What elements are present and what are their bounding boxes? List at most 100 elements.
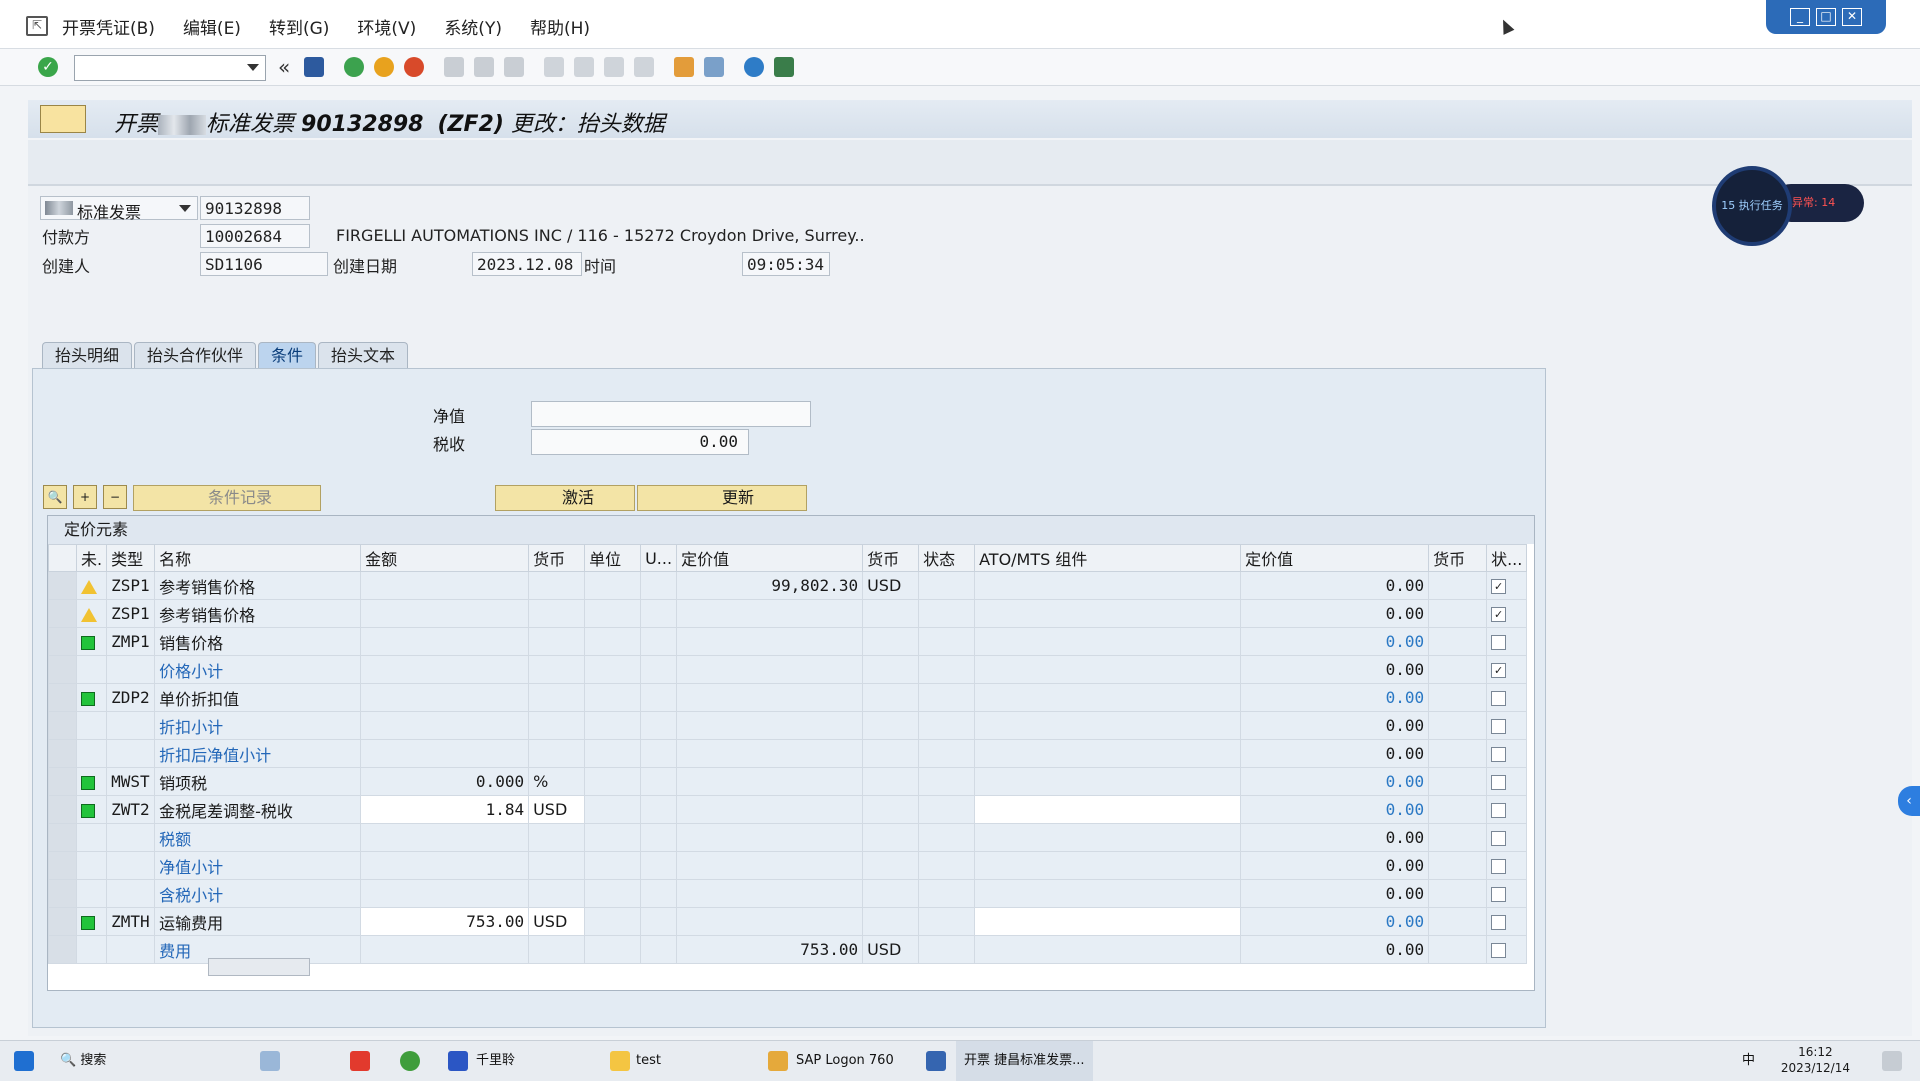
billing-type-dropdown[interactable]: 标准发票 (40, 196, 198, 222)
back-icon[interactable] (344, 57, 364, 77)
uom-cell[interactable] (640, 907, 678, 936)
command-field[interactable] (74, 55, 266, 81)
new-session-icon[interactable] (674, 57, 694, 77)
status-2-cell[interactable] (1486, 879, 1528, 908)
unit-cell[interactable] (584, 599, 642, 628)
amount-cell[interactable] (360, 571, 530, 600)
condition-type[interactable] (106, 851, 156, 880)
sap-gui-icon[interactable] (926, 1051, 946, 1071)
widget-app-icon[interactable] (260, 1051, 280, 1071)
unit-cell[interactable] (584, 879, 642, 908)
update-button[interactable]: 更新 (637, 485, 807, 511)
document-flow-icon[interactable] (40, 105, 86, 133)
row-selector[interactable] (48, 879, 77, 908)
status-2-cell[interactable] (1486, 823, 1528, 852)
cancel-icon[interactable] (404, 57, 424, 77)
condition-type[interactable]: ZWT2 (106, 795, 156, 824)
amount-cell[interactable]: 1.84 (360, 795, 530, 824)
uom-cell[interactable] (640, 711, 678, 740)
status-2-cell[interactable] (1486, 795, 1528, 824)
print-icon[interactable] (444, 57, 464, 77)
condition-name[interactable]: 净值小计 (154, 851, 362, 880)
condition-name[interactable]: 税额 (154, 823, 362, 852)
status-2-cell[interactable] (1486, 683, 1528, 712)
currency-cell[interactable] (528, 599, 586, 628)
ato-mts-cell[interactable] (974, 571, 1242, 600)
currency-cell[interactable] (528, 739, 586, 768)
col-unit[interactable]: 单位 (584, 544, 642, 572)
status-2-cell[interactable] (1486, 739, 1528, 768)
row-selector[interactable] (48, 599, 77, 628)
amount-cell[interactable]: 0.000 (360, 767, 530, 796)
taskbar-search[interactable]: 🔍 搜索 (60, 1041, 106, 1081)
table-row[interactable]: ZSP1 参考销售价格 99,802.30 USD 0.00 ✓ (48, 571, 1528, 600)
col-status[interactable]: 状态 (918, 544, 976, 572)
uom-cell[interactable] (640, 599, 678, 628)
uom-cell[interactable] (640, 683, 678, 712)
row-selector[interactable] (48, 683, 77, 712)
ime-indicator[interactable]: 中 (1742, 1041, 1755, 1081)
row-selector[interactable] (48, 627, 77, 656)
unit-cell[interactable] (584, 655, 642, 684)
condition-name[interactable]: 销项税 (154, 767, 362, 796)
amount-cell[interactable] (360, 627, 530, 656)
row-checkbox[interactable] (1491, 635, 1507, 650)
condition-name[interactable]: 折扣后净值小计 (154, 739, 362, 768)
minimize-icon[interactable]: _ (1790, 8, 1810, 26)
tab-header-details[interactable]: 抬头明细 (42, 342, 133, 369)
unit-cell[interactable] (584, 907, 642, 936)
currency-cell[interactable] (528, 711, 586, 740)
menu-goto[interactable]: 转到(G) (269, 14, 329, 39)
table-row[interactable]: 折扣小计 0.00 (48, 711, 1528, 740)
status-2-cell[interactable]: ✓ (1486, 571, 1528, 600)
uom-cell[interactable] (640, 795, 678, 824)
pdf-app-icon[interactable] (350, 1051, 370, 1071)
condition-details-icon[interactable]: 🔍 (43, 485, 67, 509)
ato-mts-cell[interactable] (974, 655, 1242, 684)
condition-type[interactable] (106, 711, 156, 740)
unit-cell[interactable] (584, 711, 642, 740)
table-row[interactable]: ZSP1 参考销售价格 0.00 ✓ (48, 599, 1528, 628)
ato-mts-cell[interactable] (974, 739, 1242, 768)
condition-name[interactable]: 参考销售价格 (154, 571, 362, 600)
ato-mts-cell[interactable] (974, 599, 1242, 628)
row-checkbox[interactable] (1491, 831, 1507, 846)
condition-type[interactable]: ZSP1 (106, 571, 156, 600)
menu-system[interactable]: 系统(Y) (444, 14, 502, 39)
uom-cell[interactable] (640, 823, 678, 852)
row-selector[interactable] (48, 907, 77, 936)
find-next-icon[interactable] (504, 57, 524, 77)
col-condition-value-2[interactable]: 定价值 (1240, 544, 1430, 572)
row-checkbox[interactable] (1491, 719, 1507, 734)
table-row[interactable]: ZMTH 运输费用 753.00 USD 0.00 (48, 907, 1528, 936)
previous-page-icon[interactable] (574, 57, 594, 77)
condition-type[interactable] (106, 655, 156, 684)
condition-record-button[interactable]: 条件记录 (133, 485, 321, 511)
creator-field[interactable]: SD1106 (200, 252, 328, 276)
condition-name[interactable]: 运输费用 (154, 907, 362, 936)
currency-cell[interactable] (528, 879, 586, 908)
currency-cell[interactable]: % (528, 767, 586, 796)
currency-cell[interactable] (528, 823, 586, 852)
save-icon[interactable] (304, 57, 324, 77)
close-icon[interactable]: ✕ (1842, 8, 1862, 26)
app-menu-icon[interactable]: ⇱ (26, 16, 48, 36)
table-row[interactable]: 折扣后净值小计 0.00 (48, 739, 1528, 768)
status-2-cell[interactable] (1486, 907, 1528, 936)
condition-name[interactable]: 价格小计 (154, 655, 362, 684)
currency-cell[interactable] (528, 851, 586, 880)
uom-cell[interactable] (640, 655, 678, 684)
col-inactive[interactable]: 未. (75, 544, 108, 572)
col-currency-3[interactable]: 货币 (1428, 544, 1488, 572)
table-row[interactable]: ZWT2 金税尾差调整-税收 1.84 USD 0.00 (48, 795, 1528, 824)
task-monitor-widget[interactable]: 异常: 14 15 执行任务 (1712, 166, 1864, 246)
status-2-cell[interactable]: ✓ (1486, 599, 1528, 628)
row-checkbox[interactable] (1491, 915, 1507, 930)
col-amount[interactable]: 金额 (360, 544, 530, 572)
status-2-cell[interactable] (1486, 851, 1528, 880)
row-checkbox[interactable] (1491, 803, 1507, 818)
ato-mts-cell[interactable] (974, 879, 1242, 908)
col-currency-2[interactable]: 货币 (862, 544, 920, 572)
table-row[interactable]: 含税小计 0.00 (48, 879, 1528, 908)
taskbar-app-test[interactable]: test (636, 1041, 661, 1081)
